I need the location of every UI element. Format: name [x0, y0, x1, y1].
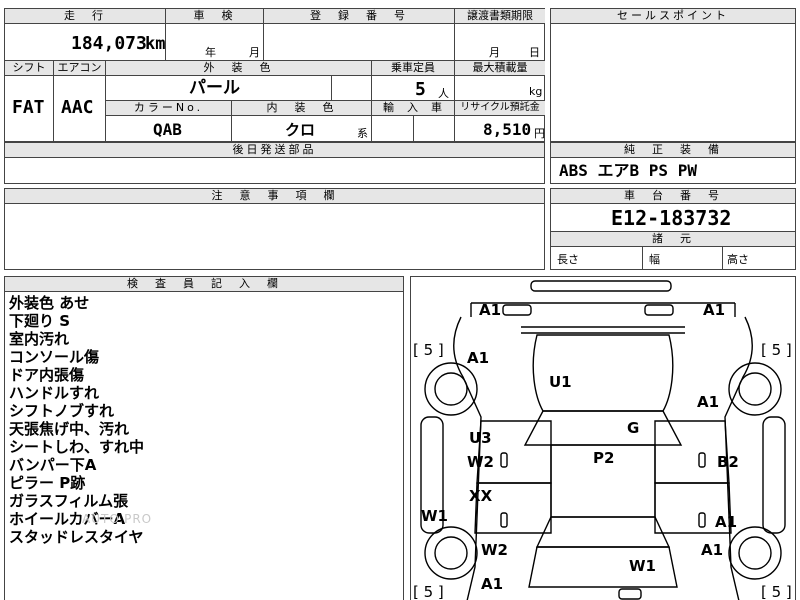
watermark: AUTO.PRO	[82, 512, 153, 526]
inspection-header: 車 検	[166, 9, 263, 24]
aircon-header: エアコン	[54, 61, 105, 76]
transfer-month-label: 月	[489, 46, 500, 59]
damage-trunk: W1	[629, 557, 656, 575]
shift-value: FAT	[12, 97, 45, 118]
dimensions-header: 諸 元	[551, 232, 795, 247]
exterior-color-header: 外 装 色	[106, 61, 371, 76]
import-car-header: 輸 入 車	[372, 101, 454, 116]
inspector-note-item: 下廻り S	[9, 312, 71, 330]
exterior-color-value: パール	[189, 78, 240, 98]
max-load-header: 最大積載量	[455, 61, 545, 76]
interior-color-suffix: 系	[357, 127, 368, 140]
transfer-deadline-header: 譲渡書類期限	[455, 9, 545, 24]
recycle-deposit-unit: 円	[534, 127, 545, 140]
damage-left-rear-fender: W2	[481, 541, 508, 559]
damage-windshield: G	[627, 419, 640, 437]
interior-color-header: 内 装 色	[232, 101, 371, 116]
mileage-value: 184,073	[71, 33, 147, 54]
genuine-equipment-header: 純 正 装 備	[551, 143, 795, 158]
caution-box: 注 意 事 項 欄	[4, 188, 545, 270]
damage-left-rear-door: XX	[469, 487, 493, 505]
damage-hood: U1	[549, 373, 572, 391]
registration-header: 登 録 番 号	[264, 9, 454, 24]
later-parts-box: 後日発送部品	[4, 142, 545, 184]
inspector-notes-box: 検 査 員 記 入 欄 外装色 あせ 下廻り S 室内汚れ コンソール傷 ドア内張傷 ハン…	[4, 276, 404, 600]
inspector-notes-list: 外装色 あせ 下廻り S 室内汚れ コンソール傷 ドア内張傷 ハンドルすれ シフトノブすれ天…	[9, 294, 144, 546]
sales-point-header: セールスポイント	[551, 9, 795, 24]
capacity-unit: 人	[438, 87, 449, 100]
inspection-month-label: 月	[249, 46, 260, 59]
damage-front-left-corner: A1	[479, 301, 502, 319]
recycle-deposit-value: 8,510	[483, 120, 532, 139]
transfer-day-label: 日	[529, 46, 540, 59]
mileage-unit: km	[145, 34, 166, 54]
damage-right-rear-fender: A1	[701, 541, 724, 559]
chassis-box: 車 台 番 号 E12-183732 諸 元 長さ 幅 高さ	[550, 188, 796, 270]
inspection-year-label: 年	[205, 46, 216, 59]
damage-left-front-door-upper: U3	[469, 429, 492, 447]
inspector-note-item: シフトノブすれ	[9, 402, 115, 420]
tire-mark-rear-left: [ 5 ]	[413, 583, 444, 600]
capacity-value: 5	[415, 79, 426, 100]
inspector-note-item: ピラー P跡	[9, 474, 86, 492]
damage-right-front-door: B2	[717, 453, 739, 471]
max-load-unit: kg	[529, 85, 543, 98]
inspector-note-item: 外装色 あせ	[9, 294, 90, 312]
sales-point-box: セールスポイント	[550, 8, 796, 142]
chassis-number-header: 車 台 番 号	[551, 189, 795, 204]
genuine-equipment-box: 純 正 装 備 ABS エアB PS PW	[550, 142, 796, 184]
color-number-header: カラーNo.	[106, 101, 231, 116]
mileage-header: 走 行	[5, 9, 165, 24]
vehicle-info-table: 走 行 車 検 登 録 番 号 譲渡書類期限 184,073 km 年 月 月 …	[4, 8, 545, 143]
genuine-equipment-value: ABS エアB PS PW	[559, 161, 697, 180]
chassis-number-value: E12-183732	[611, 206, 732, 230]
damage-rear-left-corner: A1	[481, 575, 504, 593]
aircon-value: AAC	[61, 97, 94, 118]
inspector-note-item: 室内汚れ	[9, 330, 70, 348]
inspector-note-item: 天張焦げ中、汚れ	[9, 420, 130, 438]
recycle-deposit-header: リサイクル預託金	[455, 101, 545, 116]
damage-front-right-corner: A1	[703, 301, 726, 319]
inspector-note-item: ドア内張傷	[9, 366, 85, 384]
damage-roof: P2	[593, 449, 615, 467]
inspector-note-item: ハンドルすれ	[9, 384, 100, 402]
inspector-note-item: シートしわ、すれ中	[9, 438, 145, 456]
color-number-value: QAB	[153, 120, 182, 139]
damage-right-fender: A1	[697, 393, 720, 411]
tire-mark-rear-right: [ 5 ]	[761, 583, 792, 600]
damage-left-rocker: W1	[421, 507, 448, 525]
damage-left-fender: A1	[467, 349, 490, 367]
width-label: 幅	[649, 253, 660, 266]
damage-diagram: [ 5 ] [ 5 ] [ 5 ] [ 5 ] A1 A1 A1 U1 A1 G…	[410, 276, 796, 600]
capacity-header: 乗車定員	[372, 61, 454, 76]
tire-mark-front-right: [ 5 ]	[761, 341, 792, 359]
interior-color-value: クロ	[285, 121, 316, 139]
inspector-note-item: ガラスフィルム張	[9, 492, 129, 510]
inspector-note-item: スタッドレスタイヤ	[9, 528, 144, 546]
shift-header: シフト	[5, 61, 53, 76]
length-label: 長さ	[557, 253, 579, 266]
damage-left-front-door: W2	[467, 453, 494, 471]
damage-right-rear-door: A1	[715, 513, 738, 531]
inspector-notes-header: 検 査 員 記 入 欄	[5, 277, 403, 292]
later-parts-header: 後日発送部品	[5, 143, 544, 158]
tire-mark-front-left: [ 5 ]	[413, 341, 444, 359]
caution-header: 注 意 事 項 欄	[5, 189, 544, 204]
inspector-note-item: コンソール傷	[9, 348, 100, 366]
inspector-note-item: バンパー下A	[9, 456, 97, 474]
height-label: 高さ	[727, 253, 749, 266]
